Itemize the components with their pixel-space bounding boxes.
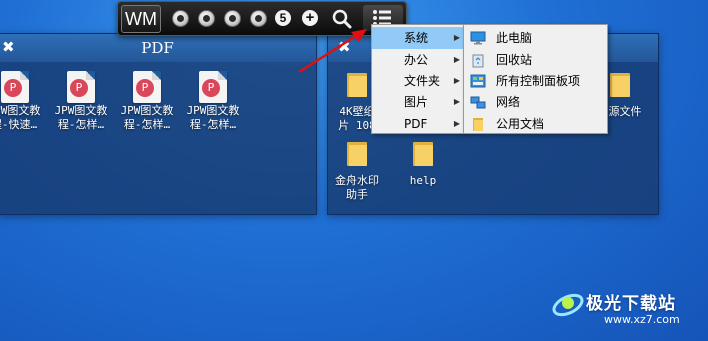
pdf-panel-header: ✖ PDF <box>0 34 316 62</box>
pdf-file-icon: P <box>67 71 95 103</box>
menu-item-label: PDF <box>404 117 428 131</box>
submenu-arrow-icon: ▶ <box>453 55 460 64</box>
slot-4-button[interactable] <box>250 10 267 27</box>
submenu-item-this-pc[interactable]: 此电脑 <box>464 27 607 49</box>
desktop: ✖ PDF P JPW图文教 程-快速… P JPW图文教 程-怎样… P JP… <box>0 0 708 341</box>
folder-icon <box>473 118 483 131</box>
control-panel-icon <box>470 74 486 88</box>
watermark-brand: 极光下载站 <box>586 294 676 314</box>
folder-icon <box>413 140 433 166</box>
submenu-item-label: 网络 <box>496 95 521 109</box>
recycle-bin-icon <box>472 54 484 68</box>
pdf-file-icon: P <box>133 71 161 103</box>
system-submenu: 此电脑 回收站 所有控制面板项 网络 公用文档 <box>463 24 608 134</box>
network-icon <box>470 96 486 109</box>
menu-item-pdf[interactable]: PDF ▶ <box>372 113 464 135</box>
wm-logo[interactable]: WM <box>121 5 161 33</box>
submenu-arrow-icon: ▶ <box>453 97 460 106</box>
submenu-item-label: 回收站 <box>496 53 533 67</box>
submenu-item-recycle-bin[interactable]: 回收站 <box>464 49 607 71</box>
watermark-logo-icon <box>552 293 584 317</box>
submenu-arrow-icon: ▶ <box>453 119 460 128</box>
folder-icon <box>347 140 367 166</box>
main-menu: 系统 ▶ 办公 ▶ 文件夹 ▶ 图片 ▶ PDF ▶ <box>371 24 465 134</box>
item-label: 金舟水印 助手 <box>335 174 379 201</box>
folder-icon <box>610 71 630 97</box>
menu-item-system[interactable]: 系统 ▶ <box>372 27 464 49</box>
pdf-file-icon: P <box>1 71 29 103</box>
computer-icon <box>470 31 486 45</box>
slot-3-button[interactable] <box>224 10 241 27</box>
item-label: help <box>409 174 437 187</box>
submenu-item-public-documents[interactable]: 公用文档 <box>464 113 607 135</box>
menu-item-label: 图片 <box>404 95 429 109</box>
submenu-item-control-panel[interactable]: 所有控制面板项 <box>464 70 607 92</box>
item-label: JPW图文教 程-怎样… <box>186 104 240 131</box>
menu-item-pictures[interactable]: 图片 ▶ <box>372 91 464 113</box>
slot-5-button[interactable]: 5 <box>275 10 291 26</box>
annotation-arrow <box>298 29 367 74</box>
submenu-item-network[interactable]: 网络 <box>464 91 607 113</box>
item-label: JPW图文教 程-怎样… <box>54 104 108 131</box>
menu-item-label: 文件夹 <box>404 74 441 88</box>
slot-2-button[interactable] <box>198 10 215 27</box>
add-button[interactable]: + <box>302 10 318 26</box>
site-watermark: 极光下载站 www.xz7.com <box>548 281 708 341</box>
watermark-url: www.xz7.com <box>604 313 680 326</box>
menu-item-office[interactable]: 办公 ▶ <box>372 49 464 71</box>
submenu-item-label: 此电脑 <box>496 31 533 45</box>
item-label: JPW图文教 程-快速… <box>0 104 41 131</box>
submenu-arrow-icon: ▶ <box>453 33 460 42</box>
submenu-item-label: 公用文档 <box>496 117 545 131</box>
menu-item-label: 系统 <box>404 31 429 45</box>
panel-title: PDF <box>141 39 174 57</box>
menu-item-folder[interactable]: 文件夹 ▶ <box>372 70 464 92</box>
submenu-item-label: 所有控制面板项 <box>496 74 581 88</box>
pdf-file-icon: P <box>199 71 227 103</box>
menu-item-label: 办公 <box>404 53 429 67</box>
submenu-arrow-icon: ▶ <box>453 76 460 85</box>
pdf-panel: ✖ PDF P JPW图文教 程-快速… P JPW图文教 程-怎样… P JP… <box>0 33 317 215</box>
slot-1-button[interactable] <box>172 10 189 27</box>
item-label: JPW图文教 程-怎样… <box>120 104 174 131</box>
